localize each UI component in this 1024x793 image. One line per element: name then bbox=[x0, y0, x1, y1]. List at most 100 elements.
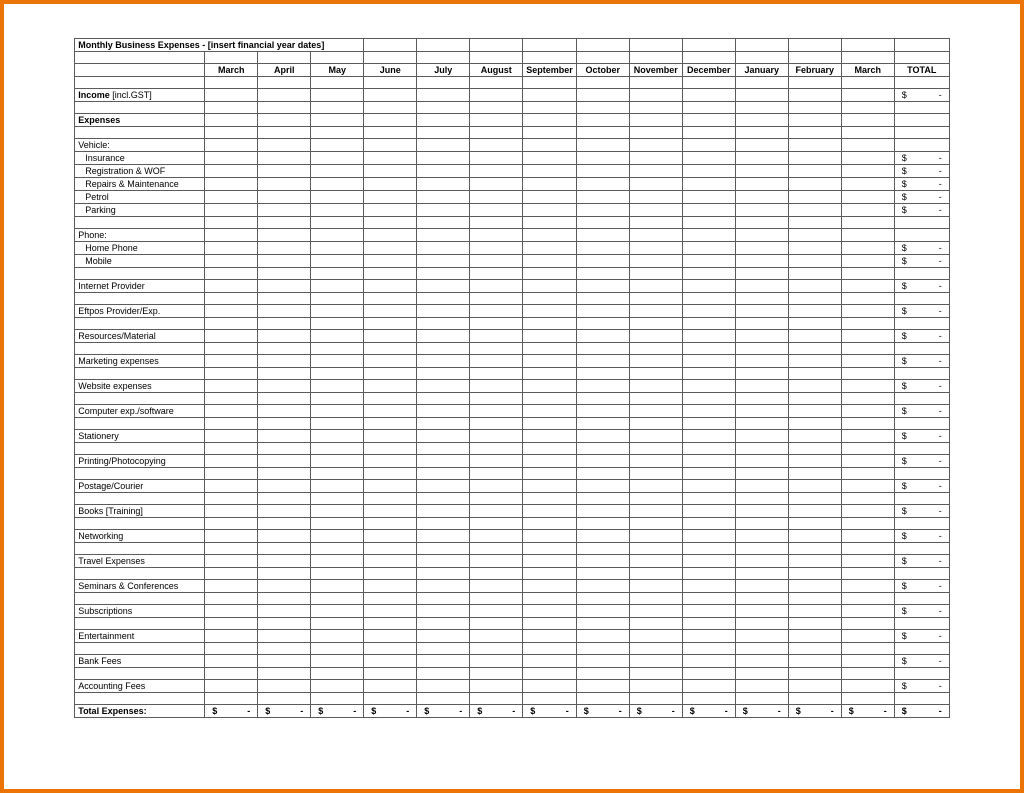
month-header-2: May bbox=[311, 64, 364, 77]
total-cell: $- bbox=[364, 705, 417, 718]
table-row: Internet Provider$- bbox=[75, 280, 950, 293]
table-row bbox=[75, 518, 950, 530]
total-cell: $- bbox=[629, 705, 682, 718]
item-label: Insurance bbox=[75, 152, 205, 165]
total-cell: $- bbox=[205, 705, 258, 718]
table-row: Bank Fees$- bbox=[75, 655, 950, 668]
line-label: Marketing expenses bbox=[75, 355, 205, 368]
total-cell: $- bbox=[894, 680, 949, 693]
total-cell: $- bbox=[258, 705, 311, 718]
total-expenses-label: Total Expenses: bbox=[75, 705, 205, 718]
table-row: Insurance $- bbox=[75, 152, 950, 165]
total-cell: $- bbox=[894, 355, 949, 368]
line-label: Printing/Photocopying bbox=[75, 455, 205, 468]
month-header-3: June bbox=[364, 64, 417, 77]
header-row: MarchAprilMayJuneJulyAugustSeptemberOcto… bbox=[75, 64, 950, 77]
total-cell: $- bbox=[894, 330, 949, 343]
total-cell: $- bbox=[894, 255, 949, 268]
table-row: Stationery $- bbox=[75, 430, 950, 443]
total-cell: $- bbox=[576, 705, 629, 718]
total-cell: $- bbox=[894, 430, 949, 443]
total-cell: $- bbox=[894, 242, 949, 255]
month-header-12: March bbox=[841, 64, 894, 77]
line-label: Subscriptions bbox=[75, 605, 205, 618]
table-row: Printing/Photocopying $- bbox=[75, 455, 950, 468]
table-row: Postage/Courier$- bbox=[75, 480, 950, 493]
total-cell: $- bbox=[841, 705, 894, 718]
table-row bbox=[75, 568, 950, 580]
table-row: Networking$- bbox=[75, 530, 950, 543]
section-label: Vehicle: bbox=[75, 139, 205, 152]
item-label: Registration & WOF bbox=[75, 165, 205, 178]
income-row-label: Income [incl.GST] bbox=[75, 89, 205, 102]
table-row bbox=[75, 693, 950, 705]
table-row: Parking $- bbox=[75, 204, 950, 217]
table-row: Petrol $- bbox=[75, 191, 950, 204]
table-row: Phone: bbox=[75, 229, 950, 242]
table-row bbox=[75, 293, 950, 305]
table-row: Accounting Fees $- bbox=[75, 680, 950, 693]
table-row bbox=[75, 468, 950, 480]
table-row bbox=[75, 268, 950, 280]
total-cell: $- bbox=[735, 705, 788, 718]
month-header-9: December bbox=[682, 64, 735, 77]
total-cell: $- bbox=[894, 455, 949, 468]
total-cell: $- bbox=[894, 204, 949, 217]
month-header-5: August bbox=[470, 64, 523, 77]
table-row: Vehicle: bbox=[75, 139, 950, 152]
month-header-6: September bbox=[523, 64, 577, 77]
line-label: Internet Provider bbox=[75, 280, 205, 293]
total-cell: $- bbox=[894, 505, 949, 518]
table-row: Home Phone $- bbox=[75, 242, 950, 255]
total-cell: $- bbox=[417, 705, 470, 718]
table-row: Marketing expenses $- bbox=[75, 355, 950, 368]
total-header: TOTAL bbox=[894, 64, 949, 77]
total-cell: $- bbox=[894, 191, 949, 204]
line-label: Bank Fees bbox=[75, 655, 205, 668]
expenses-header: Expenses bbox=[75, 114, 205, 127]
table-row bbox=[75, 318, 950, 330]
table-row bbox=[75, 493, 950, 505]
total-cell: $- bbox=[311, 705, 364, 718]
line-label: Eftpos Provider/Exp. bbox=[75, 305, 205, 318]
total-cell: $- bbox=[894, 530, 949, 543]
month-header-1: April bbox=[258, 64, 311, 77]
total-cell: $- bbox=[894, 380, 949, 393]
table-row bbox=[75, 127, 950, 139]
expense-spreadsheet: Monthly Business Expenses - [insert fina… bbox=[74, 38, 950, 718]
sheet-title: Monthly Business Expenses - [insert fina… bbox=[75, 39, 364, 52]
month-header-7: October bbox=[576, 64, 629, 77]
month-header-0: March bbox=[205, 64, 258, 77]
table-row: Registration & WOF$- bbox=[75, 165, 950, 178]
line-label: Computer exp./software bbox=[75, 405, 205, 418]
table-row: Eftpos Provider/Exp. $- bbox=[75, 305, 950, 318]
table-row bbox=[75, 443, 950, 455]
month-header-4: July bbox=[417, 64, 470, 77]
line-label: Seminars & Conferences bbox=[75, 580, 205, 593]
table-row bbox=[75, 593, 950, 605]
total-cell: $- bbox=[788, 705, 841, 718]
line-label: Accounting Fees bbox=[75, 680, 205, 693]
total-cell: $- bbox=[894, 405, 949, 418]
item-label: Petrol bbox=[75, 191, 205, 204]
item-label: Parking bbox=[75, 204, 205, 217]
table-row: Website expenses $- bbox=[75, 380, 950, 393]
total-cell: $- bbox=[523, 705, 577, 718]
table-row bbox=[75, 543, 950, 555]
table-row: Entertainment$- bbox=[75, 630, 950, 643]
table-row bbox=[75, 418, 950, 430]
total-cell: $- bbox=[894, 580, 949, 593]
line-label: Resources/Material bbox=[75, 330, 205, 343]
line-label: Entertainment bbox=[75, 630, 205, 643]
total-cell: $- bbox=[894, 305, 949, 318]
table-row: Books [Training]$- bbox=[75, 505, 950, 518]
total-cell: $- bbox=[894, 152, 949, 165]
line-label: Postage/Courier bbox=[75, 480, 205, 493]
table-row: Mobile$- bbox=[75, 255, 950, 268]
item-label: Home Phone bbox=[75, 242, 205, 255]
line-label: Stationery bbox=[75, 430, 205, 443]
line-label: Website expenses bbox=[75, 380, 205, 393]
section-label: Phone: bbox=[75, 229, 205, 242]
table-row bbox=[75, 618, 950, 630]
table-row: Resources/Material $- bbox=[75, 330, 950, 343]
